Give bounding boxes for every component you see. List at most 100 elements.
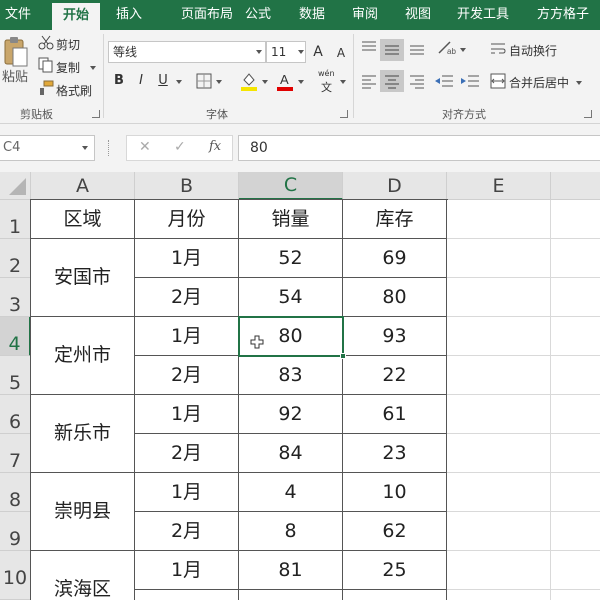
column-header-f[interactable] <box>551 172 600 200</box>
shrink-font-button[interactable]: A <box>334 42 348 64</box>
sales-cell[interactable]: 8 <box>239 512 343 551</box>
sales-cell[interactable]: 54 <box>239 278 343 317</box>
month-cell[interactable]: 1月 <box>135 239 239 278</box>
underline-button[interactable]: U <box>155 70 171 92</box>
table-header-cell[interactable]: 区域 <box>31 200 135 239</box>
chevron-down-icon[interactable] <box>256 50 262 54</box>
sales-cell[interactable]: 81 <box>239 551 343 590</box>
phonetic-button[interactable]: wén <box>318 69 335 78</box>
month-cell[interactable]: 2月 <box>135 278 239 317</box>
bold-button[interactable]: B <box>110 70 128 92</box>
table-header-cell[interactable]: 销量 <box>239 200 343 239</box>
name-box[interactable]: C4 <box>0 135 95 161</box>
format-painter-button[interactable]: 格式刷 <box>56 82 92 99</box>
month-cell[interactable]: 2月 <box>135 512 239 551</box>
row-header-6[interactable]: 6 <box>0 395 31 434</box>
row-header-3[interactable]: 3 <box>0 278 31 317</box>
stock-cell[interactable]: 10 <box>343 473 447 512</box>
row-header-5[interactable]: 5 <box>0 356 31 395</box>
insert-function-icon[interactable]: fx <box>209 139 221 154</box>
select-all-corner[interactable] <box>0 172 31 200</box>
decrease-indent-icon[interactable] <box>434 73 454 89</box>
region-cell[interactable]: 安国市 <box>31 239 135 317</box>
font-launcher-icon[interactable] <box>340 110 348 118</box>
wrap-text-button[interactable]: 自动换行 <box>509 42 557 59</box>
tab-insert[interactable]: 插入 <box>106 0 152 30</box>
row-header-2[interactable]: 2 <box>0 239 31 278</box>
chevron-down-icon[interactable] <box>262 80 268 84</box>
region-cell[interactable]: 崇明县 <box>31 473 135 551</box>
table-header-cell[interactable]: 库存 <box>343 200 447 239</box>
stock-cell[interactable]: 23 <box>343 434 447 473</box>
chevron-down-icon[interactable] <box>298 50 304 54</box>
merge-center-button[interactable]: 合并后居中 <box>509 74 569 91</box>
month-cell[interactable]: 1月 <box>135 551 239 590</box>
fill-color-icon[interactable] <box>240 71 258 91</box>
chevron-down-icon[interactable] <box>576 81 582 85</box>
stock-cell[interactable] <box>343 590 447 600</box>
chevron-down-icon[interactable] <box>298 80 304 84</box>
border-icon[interactable] <box>196 73 212 89</box>
sales-cell[interactable]: 83 <box>239 356 343 395</box>
stock-cell[interactable]: 69 <box>343 239 447 278</box>
align-left-icon[interactable] <box>360 73 378 89</box>
region-cell[interactable]: 定州市 <box>31 317 135 395</box>
row-header-10[interactable]: 10 <box>0 551 31 600</box>
region-cell[interactable]: 滨海区 <box>31 551 135 600</box>
paste-button[interactable]: 粘贴 <box>2 66 28 85</box>
sales-cell[interactable]: 52 <box>239 239 343 278</box>
stock-cell[interactable]: 25 <box>343 551 447 590</box>
month-cell[interactable]: 1月 <box>135 317 239 356</box>
stock-cell[interactable]: 61 <box>343 395 447 434</box>
month-cell[interactable]: 2月 <box>135 590 239 600</box>
row-header-4[interactable]: 4 <box>0 317 31 356</box>
chevron-down-icon[interactable] <box>90 66 96 70</box>
formula-input[interactable]: 80 <box>238 135 600 161</box>
row-header-7[interactable]: 7 <box>0 434 31 473</box>
italic-button[interactable]: I <box>134 70 148 92</box>
tab-developer[interactable]: 开发工具 <box>450 0 516 30</box>
month-cell[interactable]: 2月 <box>135 356 239 395</box>
align-bottom-icon[interactable] <box>408 39 426 57</box>
table-header-cell[interactable]: 月份 <box>135 200 239 239</box>
fill-handle[interactable] <box>340 353 346 359</box>
paste-icon[interactable] <box>2 36 28 70</box>
column-header-c[interactable]: C <box>239 172 343 200</box>
clipboard-launcher-icon[interactable] <box>92 110 100 118</box>
stock-cell[interactable]: 93 <box>343 317 447 356</box>
column-header-d[interactable]: D <box>343 172 447 200</box>
column-header-e[interactable]: E <box>447 172 551 200</box>
sales-cell[interactable] <box>239 590 343 600</box>
align-right-icon[interactable] <box>408 73 426 89</box>
chevron-down-icon[interactable] <box>340 80 346 84</box>
stock-cell[interactable]: 80 <box>343 278 447 317</box>
month-cell[interactable]: 2月 <box>135 434 239 473</box>
chevron-down-icon[interactable] <box>82 146 88 150</box>
sales-cell[interactable]: 4 <box>239 473 343 512</box>
alignment-launcher-icon[interactable] <box>584 110 592 118</box>
font-name-select[interactable]: 等线 <box>108 41 266 63</box>
stock-cell[interactable]: 22 <box>343 356 447 395</box>
align-top-icon[interactable] <box>360 39 378 57</box>
chevron-down-icon[interactable] <box>216 80 222 84</box>
tab-file[interactable]: 文件 <box>0 0 36 30</box>
enter-icon[interactable]: ✓ <box>174 139 186 155</box>
tab-formulas[interactable]: 公式 <box>238 0 278 30</box>
tab-home[interactable]: 开始 <box>52 3 100 30</box>
row-header-8[interactable]: 8 <box>0 473 31 512</box>
sales-cell[interactable]: 92 <box>239 395 343 434</box>
tab-view[interactable]: 视图 <box>398 0 438 30</box>
stock-cell[interactable]: 62 <box>343 512 447 551</box>
tab-review[interactable]: 审阅 <box>345 0 385 30</box>
column-header-a[interactable]: A <box>31 172 135 200</box>
copy-button[interactable]: 复制 <box>56 59 80 76</box>
chevron-down-icon[interactable] <box>460 48 466 52</box>
cancel-icon[interactable]: ✕ <box>139 139 151 155</box>
tab-fangfang[interactable]: 方方格子 <box>528 0 598 30</box>
region-cell[interactable]: 新乐市 <box>31 395 135 473</box>
month-cell[interactable]: 1月 <box>135 473 239 512</box>
font-color-icon[interactable]: A <box>276 71 294 91</box>
cut-button[interactable]: 剪切 <box>56 36 80 53</box>
month-cell[interactable]: 1月 <box>135 395 239 434</box>
orientation-icon[interactable]: ab <box>436 39 458 57</box>
